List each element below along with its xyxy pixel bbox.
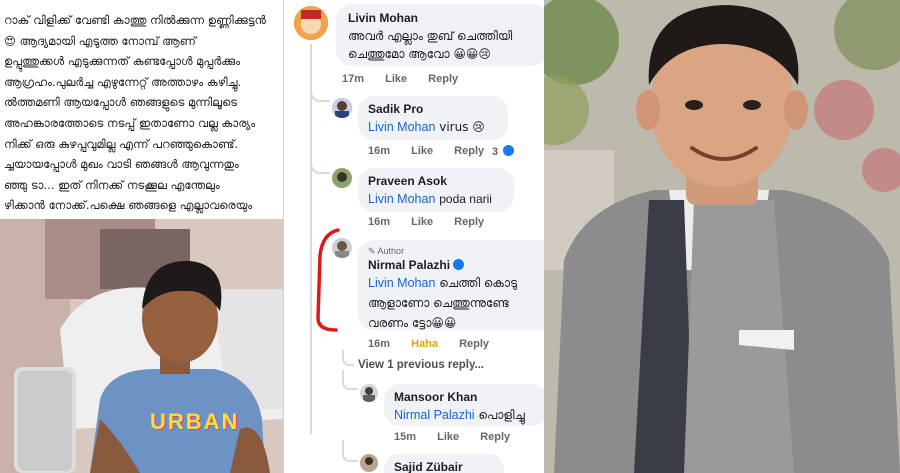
- comment-author[interactable]: Sadik Pro: [368, 101, 498, 117]
- thread-branch: [342, 370, 358, 390]
- caption-line: റാക് വിളിക്ക് വേണ്ടി കാത്തു നിൽക്കുന്ന ഉ…: [4, 13, 266, 27]
- comment-text: Livin Mohan virus 😢: [368, 117, 498, 137]
- child-photo-illustration: [0, 219, 283, 473]
- like-button[interactable]: Like: [385, 73, 407, 85]
- comment-author[interactable]: Praveen Asok: [368, 173, 504, 189]
- thread-branch: [310, 88, 330, 102]
- avatar[interactable]: [360, 454, 378, 472]
- comment-text: ആളാണോ ചെത്തുന്നുണ്ടേ: [368, 296, 509, 310]
- comment-body: പൊളിച്ചു: [478, 408, 525, 422]
- reply-button[interactable]: Reply: [459, 338, 489, 350]
- comment-text: Livin Mohan poda narii: [368, 189, 504, 209]
- comment-bubble: Sadik Pro Livin Mohan virus 😢: [358, 96, 508, 140]
- caption-line: അഹങ്കാരത്തോടെ നടപ്പ് ഇതാണോ വല്ല കാര്യം: [4, 115, 256, 130]
- mention-link[interactable]: Livin Mohan: [368, 120, 435, 134]
- avatar-face-icon: [294, 6, 328, 40]
- person-photo: [544, 0, 900, 473]
- caption-line: ച്ചയായപ്പോൾ മുഖം വാടി ഞങ്ങൾ ആവുന്നതും: [4, 157, 239, 172]
- thread-branch: [342, 440, 358, 462]
- avatar-face-icon: [360, 454, 378, 472]
- comment-time: 17m: [342, 73, 365, 85]
- comment-actions: 16m Haha Reply: [368, 338, 507, 350]
- comment-bubble: ✎ Author Nirmal Palazhi Livin Mohan ചെത്…: [358, 240, 544, 330]
- comment-actions: 16m Like Reply: [368, 216, 502, 228]
- comment-text: Livin Mohan ചെത്തി കൊടു: [368, 273, 544, 293]
- avatar-face-icon: [332, 168, 352, 188]
- avatar[interactable]: [332, 168, 352, 188]
- comment-author[interactable]: Livin Mohan: [348, 10, 536, 26]
- reaction-count[interactable]: 3: [492, 145, 515, 158]
- avatar[interactable]: [294, 6, 328, 40]
- thread-branch: [310, 158, 330, 174]
- comment-time: 16m: [368, 216, 391, 228]
- verified-badge-icon: [453, 259, 465, 270]
- mention-link[interactable]: Nirmal Palazhi: [394, 408, 475, 422]
- comment-text: അവർ എല്ലാം തുബ് ചെത്തിയി: [348, 29, 513, 43]
- left-post-screenshot: റാക് വിളിക്ക് വേണ്ടി കാത്തു നിൽക്കുന്ന ഉ…: [0, 0, 283, 473]
- avatar-face-icon: [332, 238, 352, 258]
- comment-body: ചെത്തി കൊടു: [439, 276, 518, 290]
- comment-time: 16m: [368, 338, 391, 350]
- like-reaction-icon: [503, 145, 515, 156]
- caption-line: ൽത്തമണി ആയപ്പോൾ ഞങ്ങളുടെ മുന്നിലൂടെ: [4, 95, 238, 110]
- like-button[interactable]: Like: [411, 216, 433, 228]
- child-photo: URBAN: [0, 219, 283, 473]
- comments-panel: Livin Mohan അവർ എല്ലാം തുബ് ചെത്തിയി ചെത…: [283, 0, 544, 473]
- comment-actions: 16m Like Reply: [368, 145, 502, 157]
- caption-line: ആഗ്രഹം.പുലർച്ച എഴുന്നേറ്റ് അത്താഴം കഴിച്…: [4, 74, 242, 89]
- author-badge: ✎ Author: [368, 246, 405, 256]
- comment-author[interactable]: Nirmal Palazhi: [368, 257, 544, 273]
- caption-line: ഴിക്കാൻ നോക്ക്.പക്ഷെ ഞങ്ങളെ എല്ലാവരെയും: [4, 198, 253, 213]
- caption-line: ഉപ്പുത്തുക്കൾ എടുക്കുന്നത് കണ്ടപ്പോൾ മുപ…: [4, 54, 241, 69]
- comment-author[interactable]: Sajid Zübair: [394, 459, 494, 473]
- comment-body: poda narii: [439, 192, 492, 206]
- comment-time: 16m: [368, 145, 391, 157]
- like-button[interactable]: Like: [411, 145, 433, 157]
- comment-text: Nirmal Palazhi പൊളിച്ചു: [394, 405, 538, 425]
- post-caption: റാക് വിളിക്ക് വേണ്ടി കാത്തു നിൽക്കുന്ന ഉ…: [0, 0, 283, 222]
- reply-button[interactable]: Reply: [454, 216, 484, 228]
- reply-button[interactable]: Reply: [454, 145, 484, 157]
- avatar-face-icon: [360, 384, 378, 402]
- person-photo-illustration: [544, 0, 900, 473]
- caption-line: 😍 ആദ്യമായി എടുത്ത നോമ്പ് ആണ്: [4, 33, 196, 48]
- comment-bubble: Livin Mohan അവർ എല്ലാം തുബ് ചെത്തിയി ചെത…: [336, 4, 544, 66]
- comment-bubble: Sajid Zübair: [384, 454, 504, 473]
- avatar[interactable]: [360, 384, 378, 402]
- reply-button[interactable]: Reply: [428, 73, 458, 85]
- comment-bubble: Mansoor Khan Nirmal Palazhi പൊളിച്ചു: [384, 384, 544, 426]
- caption-line: നിക്ക് ഒരു കുഴപ്പവുമില്ല എന്ന് പറഞ്ഞുകൊണ…: [4, 136, 239, 151]
- reply-button[interactable]: Reply: [480, 431, 510, 443]
- comment-body: virus 😢: [439, 120, 485, 134]
- mention-link[interactable]: Livin Mohan: [368, 276, 435, 290]
- comment-text: വരണം ട്ടോ😀😀: [368, 316, 457, 330]
- avatar-face-icon: [332, 98, 352, 118]
- view-previous-replies-link[interactable]: View 1 previous reply...: [358, 359, 484, 371]
- thread-branch: [342, 350, 354, 366]
- haha-reaction-button[interactable]: Haha: [411, 338, 438, 350]
- avatar[interactable]: [332, 238, 352, 258]
- comment-actions: 17m Like Reply: [342, 73, 476, 85]
- comment-bubble: Praveen Asok Livin Mohan poda narii: [358, 168, 514, 212]
- caption-line: ഞ്ഞു ടാ... ഇത് നിനക്ക് നടക്കൂല എന്തേലും: [4, 177, 220, 192]
- mention-link[interactable]: Livin Mohan: [368, 192, 435, 206]
- like-button[interactable]: Like: [437, 431, 459, 443]
- comment-text: ചെത്തുമോ ആവോ 😀😀😢: [348, 47, 491, 61]
- avatar[interactable]: [332, 98, 352, 118]
- comment-time: 15m: [394, 431, 417, 443]
- shirt-text: URBAN: [150, 409, 240, 434]
- comment-actions: 15m Like Reply: [394, 431, 528, 443]
- comment-author[interactable]: Mansoor Khan: [394, 389, 538, 405]
